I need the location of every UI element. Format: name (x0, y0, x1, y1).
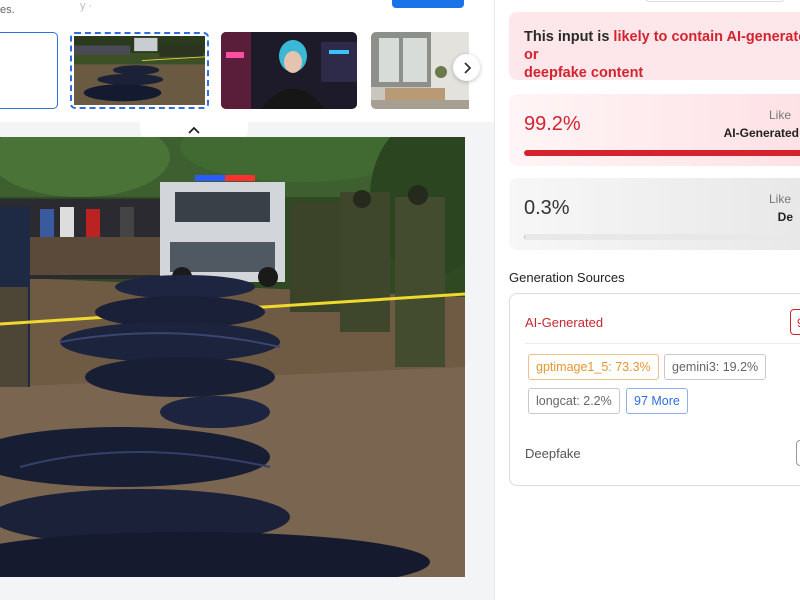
analyzed-image (0, 137, 465, 577)
top-control[interactable] (645, 0, 785, 2)
source-chip-longcat[interactable]: longcat: 2.2% (528, 388, 620, 414)
deepfake-score-card: 0.3% Like De (509, 178, 800, 250)
deepfake-score-fill (524, 234, 525, 240)
header-faint-fragment: y · (80, 0, 93, 12)
source-chip-gemini[interactable]: gemini3: 19.2% (664, 354, 767, 380)
verdict-suffix: deepfake content (524, 65, 644, 81)
generation-sources-title: Generation Sources (509, 270, 625, 285)
deepfake-source-label: Deepfake (525, 446, 581, 461)
chevron-up-icon (188, 126, 200, 134)
chevron-right-icon (463, 61, 471, 74)
left-pane: es. y · (0, 0, 494, 600)
deepfake-source-badge (796, 440, 800, 466)
submit-button[interactable] (392, 0, 464, 8)
ai-generated-source-label: AI-Generated (525, 315, 604, 330)
thumbnail-image-1 (74, 36, 205, 105)
thumbnail-sample-2[interactable] (221, 32, 357, 109)
deepfake-likelihood-label: Like (768, 192, 791, 206)
ai-score-fill (524, 150, 800, 156)
header-text-fragment: es. (0, 4, 15, 16)
deepfake-score-bar (524, 234, 800, 240)
more-sources-button[interactable]: 97 More (626, 388, 688, 414)
thumbnail-image-2 (221, 32, 357, 109)
thumbnail-upload[interactable] (0, 32, 58, 109)
verdict-banner: This input is likely to contain AI-gener… (509, 12, 800, 81)
deepfake-category-label: De (777, 210, 793, 224)
deepfake-percent: 0.3% (524, 197, 570, 219)
ai-category-label: AI-Generated (723, 126, 799, 140)
verdict-prefix: This input is (524, 29, 614, 45)
ai-generated-score-card: 99.2% Like AI-Generated (509, 94, 800, 166)
thumbnail-sample-1[interactable] (70, 32, 209, 109)
ai-likelihood-label: Like (768, 108, 791, 122)
results-panel: This input is likely to contain AI-gener… (495, 0, 800, 600)
generation-sources-box: AI-Generated 9 gptimage1_5: 73.3% gemini… (509, 293, 800, 486)
next-samples-button[interactable] (453, 54, 480, 81)
sample-strip: es. y · (0, 0, 494, 122)
ai-score-bar (524, 150, 800, 156)
sources-separator (525, 343, 800, 344)
analyzed-image-graphic (0, 137, 465, 577)
source-chip-gptimage[interactable]: gptimage1_5: 73.3% (528, 354, 659, 380)
ai-generated-source-badge: 9 (790, 309, 800, 335)
ai-generated-percent: 99.2% (524, 113, 581, 135)
